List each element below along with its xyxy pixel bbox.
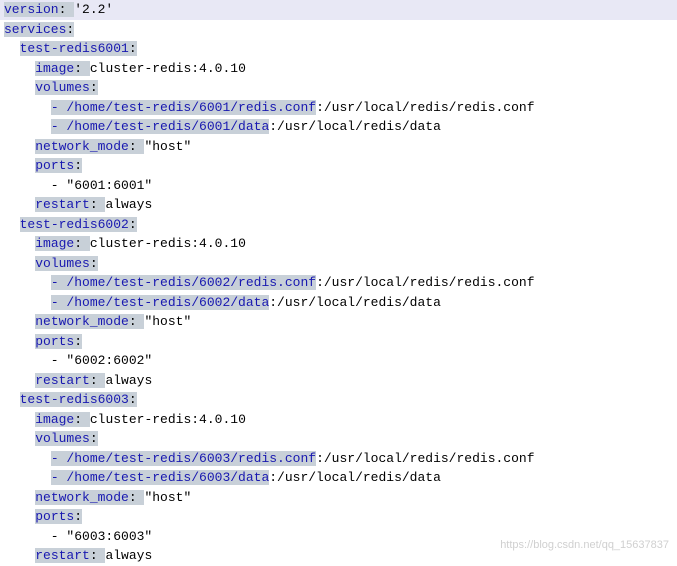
image-sep: : [74, 61, 90, 76]
ports-colon: : [74, 158, 82, 173]
yaml-line-version: version: '2.2' [0, 0, 677, 20]
service3-name: test-redis6003 [20, 392, 129, 407]
port2-value: "6002:6002" [66, 353, 152, 368]
image1-value: cluster-redis:4.0.10 [90, 61, 246, 76]
yaml-line-volumes2: volumes: [0, 254, 677, 274]
yaml-line-ports2: ports: [0, 332, 677, 352]
yaml-line-restart2: restart: always [0, 371, 677, 391]
image-sep: : [74, 412, 90, 427]
yaml-line-vol1-2: - /home/test-redis/6001/data:/usr/local/… [0, 117, 677, 137]
service1-colon: : [129, 41, 137, 56]
restart-sep: : [90, 373, 106, 388]
key-services: services [4, 22, 66, 37]
version-value: '2.2' [74, 2, 113, 17]
yaml-line-vol3-2: - /home/test-redis/6003/data:/usr/local/… [0, 468, 677, 488]
netmode2-value: "host" [144, 314, 191, 329]
vol3-2-b: :/usr/local/redis/data [269, 470, 441, 485]
volumes-colon: : [90, 431, 98, 446]
image3-value: cluster-redis:4.0.10 [90, 412, 246, 427]
yaml-line-restart1: restart: always [0, 195, 677, 215]
netmode3-value: "host" [144, 490, 191, 505]
yaml-line-service1: test-redis6001: [0, 39, 677, 59]
restart-sep: : [90, 197, 106, 212]
key-restart: restart [35, 548, 90, 563]
ports-colon: : [74, 509, 82, 524]
vol3-1-a: - /home/test-redis/6003/redis.conf [51, 451, 316, 466]
yaml-line-ports3: ports: [0, 507, 677, 527]
key-network-mode: network_mode [35, 139, 129, 154]
vol2-2-b: :/usr/local/redis/data [269, 295, 441, 310]
version-sep: : [59, 2, 75, 17]
yaml-line-image3: image: cluster-redis:4.0.10 [0, 410, 677, 430]
key-image: image [35, 61, 74, 76]
key-restart: restart [35, 373, 90, 388]
yaml-line-vol1-1: - /home/test-redis/6001/redis.conf:/usr/… [0, 98, 677, 118]
service3-colon: : [129, 392, 137, 407]
yaml-line-vol2-2: - /home/test-redis/6002/data:/usr/local/… [0, 293, 677, 313]
yaml-line-volumes3: volumes: [0, 429, 677, 449]
yaml-line-vol3-1: - /home/test-redis/6003/redis.conf:/usr/… [0, 449, 677, 469]
vol2-1-b: :/usr/local/redis/redis.conf [316, 275, 534, 290]
vol1-1-b: :/usr/local/redis/redis.conf [316, 100, 534, 115]
vol1-2-b: :/usr/local/redis/data [269, 119, 441, 134]
volumes-colon: : [90, 256, 98, 271]
yaml-line-volumes1: volumes: [0, 78, 677, 98]
yaml-line-netmode3: network_mode: "host" [0, 488, 677, 508]
netmode-sep: : [129, 139, 145, 154]
yaml-line-port2: - "6002:6002" [0, 351, 677, 371]
yaml-line-image1: image: cluster-redis:4.0.10 [0, 59, 677, 79]
yaml-line-vol2-1: - /home/test-redis/6002/redis.conf:/usr/… [0, 273, 677, 293]
service2-colon: : [129, 217, 137, 232]
key-volumes: volumes [35, 256, 90, 271]
key-network-mode: network_mode [35, 314, 129, 329]
key-image: image [35, 412, 74, 427]
vol2-1-a: - /home/test-redis/6002/redis.conf [51, 275, 316, 290]
key-restart: restart [35, 197, 90, 212]
service2-name: test-redis6002 [20, 217, 129, 232]
restart1-value: always [105, 197, 152, 212]
ports-colon: : [74, 334, 82, 349]
vol1-1-a: - /home/test-redis/6001/redis.conf [51, 100, 316, 115]
restart-sep: : [90, 548, 106, 563]
vol3-1-b: :/usr/local/redis/redis.conf [316, 451, 534, 466]
yaml-line-service3: test-redis6003: [0, 390, 677, 410]
key-volumes: volumes [35, 80, 90, 95]
key-network-mode: network_mode [35, 490, 129, 505]
restart2-value: always [105, 373, 152, 388]
yaml-line-service2: test-redis6002: [0, 215, 677, 235]
services-colon: : [66, 22, 74, 37]
yaml-line-ports1: ports: [0, 156, 677, 176]
netmode1-value: "host" [144, 139, 191, 154]
yaml-line-netmode2: network_mode: "host" [0, 312, 677, 332]
netmode-sep: : [129, 314, 145, 329]
service1-name: test-redis6001 [20, 41, 129, 56]
volumes-colon: : [90, 80, 98, 95]
restart3-value: always [105, 548, 152, 563]
key-image: image [35, 236, 74, 251]
image-sep: : [74, 236, 90, 251]
yaml-line-image2: image: cluster-redis:4.0.10 [0, 234, 677, 254]
netmode-sep: : [129, 490, 145, 505]
vol1-2-a: - /home/test-redis/6001/data [51, 119, 269, 134]
port3-value: "6003:6003" [66, 529, 152, 544]
key-volumes: volumes [35, 431, 90, 446]
key-ports: ports [35, 509, 74, 524]
key-ports: ports [35, 158, 74, 173]
watermark-text: https://blog.csdn.net/qq_15637837 [500, 537, 669, 554]
yaml-line-netmode1: network_mode: "host" [0, 137, 677, 157]
vol2-2-a: - /home/test-redis/6002/data [51, 295, 269, 310]
yaml-line-services: services: [0, 20, 677, 40]
image2-value: cluster-redis:4.0.10 [90, 236, 246, 251]
key-version: version [4, 2, 59, 17]
vol3-2-a: - /home/test-redis/6003/data [51, 470, 269, 485]
yaml-line-port1: - "6001:6001" [0, 176, 677, 196]
key-ports: ports [35, 334, 74, 349]
port1-value: "6001:6001" [66, 178, 152, 193]
